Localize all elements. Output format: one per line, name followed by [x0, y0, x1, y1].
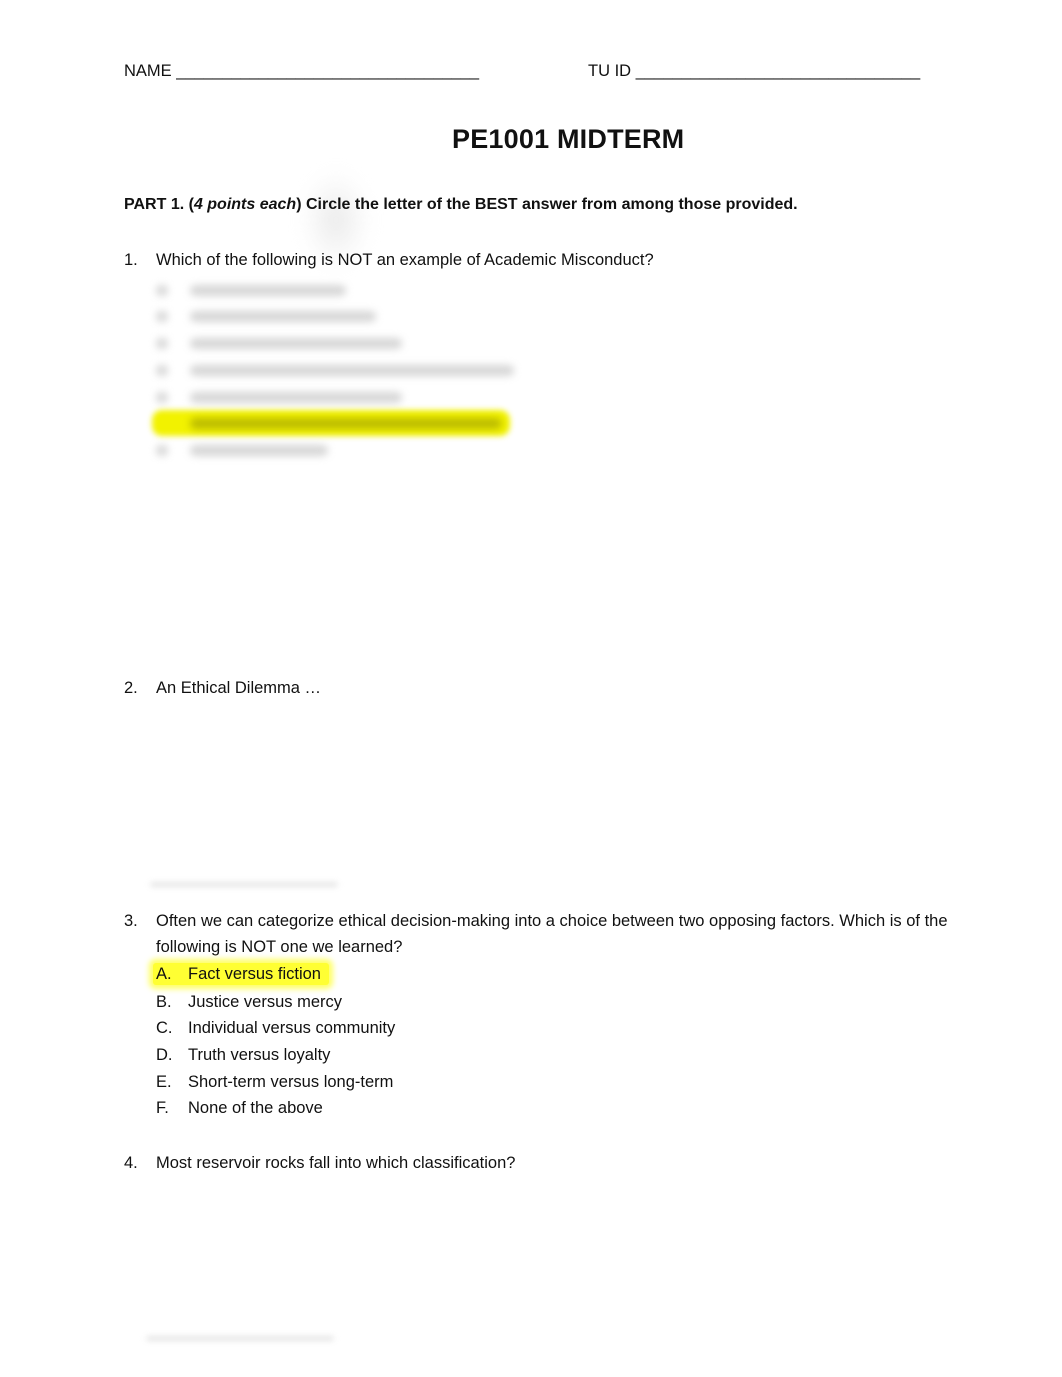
option-text-obscured: [190, 311, 376, 322]
obscured-content-edge: [146, 1336, 334, 1341]
tuid-blank[interactable]: _______________________________: [636, 62, 920, 80]
option-b-letter[interactable]: B.: [156, 993, 172, 1012]
option-c-text: Individual versus community: [188, 1019, 396, 1037]
obscured-content-edge: [150, 882, 338, 887]
option-text-obscured: [190, 365, 514, 376]
option-letter-obscured: [156, 392, 168, 403]
tuid-field[interactable]: TU ID _______________________________: [588, 62, 920, 81]
part-1-instruction: PART 1. (4 points each) Circle the lette…: [124, 196, 798, 214]
option-letter-obscured: [156, 445, 168, 456]
question-text: Which of the following is NOT an example…: [156, 251, 654, 269]
option-text-obscured: [190, 392, 402, 403]
name-blank[interactable]: _________________________________: [176, 62, 479, 80]
tuid-label: TU ID: [588, 62, 632, 80]
option-c-letter[interactable]: C.: [156, 1019, 173, 1038]
points-note: 4 points each: [193, 196, 297, 213]
option-text-obscured: [190, 445, 328, 456]
option-f-letter[interactable]: F.: [156, 1099, 169, 1118]
option-a-letter[interactable]: A.: [156, 965, 172, 984]
question-text-line-1: Often we can categorize ethical decision…: [156, 912, 948, 930]
question-text: An Ethical Dilemma …: [156, 679, 322, 697]
question-text-line-2: following is NOT one we learned?: [156, 938, 403, 956]
option-a-text: Fact versus fiction: [188, 965, 321, 983]
option-letter-obscured: [156, 311, 168, 322]
page-title: PE1001 MIDTERM: [452, 124, 685, 154]
option-text-obscured: [190, 418, 502, 429]
question-number: 4.: [124, 1154, 138, 1172]
option-letter-obscured: [156, 365, 168, 376]
option-b-text: Justice versus mercy: [188, 993, 343, 1011]
name-label: NAME: [124, 62, 172, 80]
question-number: 2.: [124, 679, 138, 697]
option-e-letter[interactable]: E.: [156, 1073, 172, 1092]
option-d-letter[interactable]: D.: [156, 1046, 173, 1065]
option-d-text: Truth versus loyalty: [188, 1046, 331, 1064]
option-text-obscured: [190, 285, 346, 296]
option-text-obscured: [190, 338, 402, 349]
name-field[interactable]: NAME _________________________________: [124, 62, 479, 81]
option-e-text: Short-term versus long-term: [188, 1073, 394, 1091]
question-text: Most reservoir rocks fall into which cla…: [156, 1154, 516, 1172]
question-number: 3.: [124, 912, 138, 930]
option-f-text: None of the above: [188, 1099, 323, 1117]
instruction-text: ) Circle the letter of the BEST answer f…: [296, 196, 798, 213]
option-letter-obscured: [156, 285, 168, 296]
option-letter-obscured: [156, 338, 168, 349]
question-number: 1.: [124, 251, 138, 269]
part-label: PART 1. (: [124, 196, 194, 213]
